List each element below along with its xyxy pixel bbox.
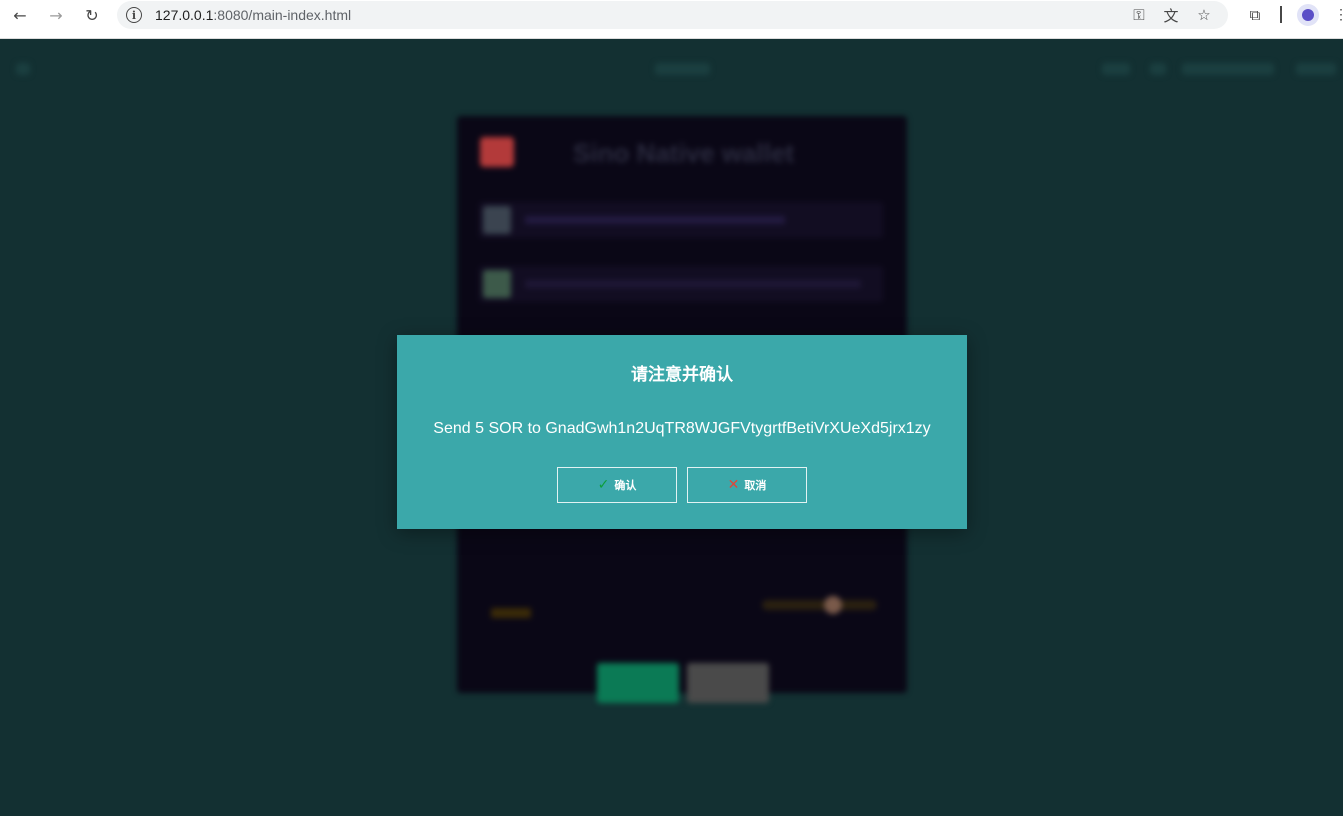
recipient-address-bar: [525, 280, 861, 288]
dialog-title: 请注意并确认: [631, 365, 733, 384]
arrow-left-icon: ←: [13, 5, 27, 25]
address-bar[interactable]: i 127.0.0.1:8080/main-index.html ⚿ 文 ☆: [117, 1, 1228, 29]
url-host: 127.0.0.1: [155, 7, 214, 23]
recipient-avatar: [483, 270, 511, 298]
star-icon[interactable]: ☆: [1192, 5, 1216, 25]
wallet-avatar: [483, 206, 511, 234]
fee-slider: [762, 600, 877, 610]
dialog-message: Send 5 SOR to GnadGwh1n2UqTR8WJGFVtygrtf…: [433, 420, 931, 437]
header-right-element: [1102, 63, 1130, 75]
forward-button[interactable]: →: [41, 4, 71, 26]
back-button[interactable]: ←: [5, 4, 35, 26]
toolbar-divider: [1280, 6, 1282, 23]
header-left-element: [16, 63, 30, 75]
url-path: :8080/main-index.html: [213, 7, 352, 23]
browser-toolbar: ← → ↻ i 127.0.0.1:8080/main-index.html ⚿…: [0, 0, 1343, 39]
send-button-blurred: [597, 663, 679, 703]
header-right-element: [1150, 63, 1166, 75]
wallet-address-row: [479, 202, 883, 238]
checkmark-icon: ✓: [597, 477, 610, 493]
header-right-element: [1296, 63, 1336, 75]
reset-button-blurred: [687, 663, 769, 703]
reload-icon: ↻: [85, 5, 99, 25]
header-right-element: [1182, 63, 1274, 75]
wallet-logo: [480, 137, 514, 167]
reload-button[interactable]: ↻: [77, 4, 107, 26]
fee-label: [491, 608, 531, 618]
puzzle-icon[interactable]: ⧉: [1243, 5, 1267, 25]
confirm-button[interactable]: ✓ 确认: [557, 467, 677, 503]
key-icon[interactable]: ⚿: [1127, 5, 1151, 25]
header-center-element: [655, 63, 710, 75]
url-text[interactable]: 127.0.0.1:8080/main-index.html: [155, 7, 351, 23]
fee-slider-knob: [824, 596, 842, 614]
close-icon: ✕: [727, 477, 740, 493]
cancel-button[interactable]: ✕ 取消: [687, 467, 807, 503]
translate-icon[interactable]: 文: [1159, 5, 1183, 25]
arrow-right-icon: →: [49, 5, 63, 25]
info-icon[interactable]: i: [126, 7, 142, 23]
person-icon[interactable]: [1297, 4, 1319, 26]
confirm-dialog: 请注意并确认 Send 5 SOR to GnadGwh1n2UqTR8WJGF…: [397, 335, 967, 529]
kebab-menu-icon[interactable]: ⋮: [1334, 6, 1343, 24]
wallet-address-bar: [525, 216, 785, 224]
wallet-recipient-row: [479, 266, 883, 302]
confirm-button-label: 确认: [614, 480, 637, 492]
cancel-button-label: 取消: [744, 480, 767, 492]
wallet-title: Sino Native wallet: [573, 138, 795, 168]
